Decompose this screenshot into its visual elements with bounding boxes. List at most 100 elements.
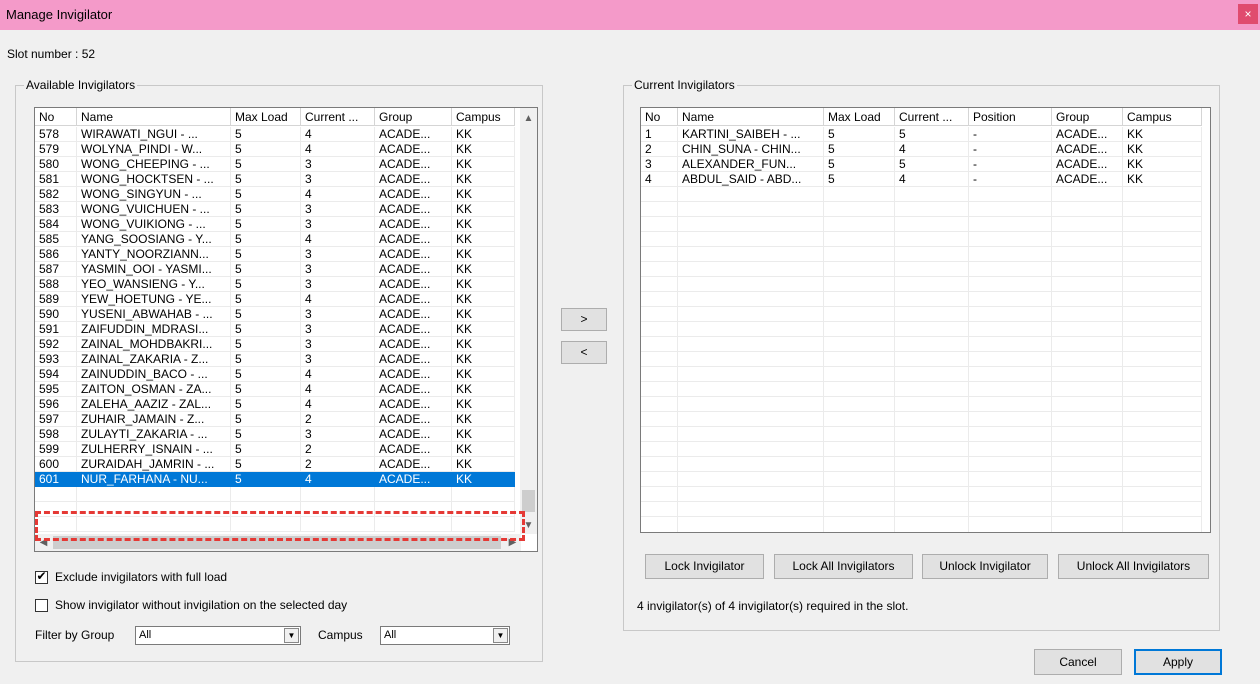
table-row[interactable]: 1 KARTINI_SAIBEH - ... 5 5 - ACADE... KK <box>641 127 1202 142</box>
column-header[interactable]: No <box>641 108 678 126</box>
table-cell: 5 <box>899 157 906 171</box>
table-cell: 4 <box>305 127 312 141</box>
chevron-down-icon[interactable]: ▼ <box>284 628 299 643</box>
table-cell: ACADE... <box>379 352 431 366</box>
table-cell: 5 <box>235 352 242 366</box>
table-row[interactable]: 594 ZAINUDDIN_BACO - ... 5 4 ACADE... KK <box>35 367 515 382</box>
table-row[interactable]: 578 WIRAWATI_NGUI - ... 5 4 ACADE... KK <box>35 127 515 142</box>
available-vertical-scrollbar[interactable]: ▲ ▼ <box>520 108 537 534</box>
column-header[interactable]: No <box>35 108 77 126</box>
table-cell: 3 <box>305 337 312 351</box>
exclude-full-load-checkbox[interactable]: ✔ Exclude invigilators with full load <box>35 569 227 584</box>
table-cell: 3 <box>305 217 312 231</box>
unlock-invigilator-button[interactable]: Unlock Invigilator <box>922 554 1048 579</box>
table-row[interactable]: 598 ZULAYTI_ZAKARIA - ... 5 3 ACADE... KK <box>35 427 515 442</box>
table-cell: ALEXANDER_FUN... <box>682 157 797 171</box>
available-invigilators-list[interactable]: No Name Max Load Current ... Group Campus 578… <box>34 107 538 552</box>
table-cell: 5 <box>235 442 242 456</box>
column-header[interactable]: Campus <box>1123 108 1202 126</box>
table-row[interactable]: 587 YASMIN_OOI - YASMI... 5 3 ACADE... KK <box>35 262 515 277</box>
table-cell: CHIN_SUNA - CHIN... <box>682 142 801 156</box>
slot-number-label: Slot number : 52 <box>7 47 96 61</box>
table-cell: ZAINUDDIN_BACO - ... <box>81 367 208 381</box>
table-cell: - <box>973 142 977 156</box>
add-invigilator-button[interactable]: > <box>561 308 607 331</box>
column-header[interactable]: Campus <box>452 108 515 126</box>
table-row[interactable]: 596 ZALEHA_AAZIZ - ZAL... 5 4 ACADE... KK <box>35 397 515 412</box>
column-header[interactable]: Max Load <box>231 108 301 126</box>
table-row[interactable]: 4 ABDUL_SAID - ABD... 5 4 - ACADE... KK <box>641 172 1202 187</box>
cancel-button[interactable]: Cancel <box>1034 649 1122 675</box>
table-cell: 5 <box>235 202 242 216</box>
table-row[interactable]: 584 WONG_VUIKIONG - ... 5 3 ACADE... KK <box>35 217 515 232</box>
unlock-all-invigilators-button[interactable]: Unlock All Invigilators <box>1058 554 1209 579</box>
lock-invigilator-button[interactable]: Lock Invigilator <box>645 554 764 579</box>
table-cell: KK <box>456 127 473 141</box>
table-row[interactable]: 583 WONG_VUICHUEN - ... 5 3 ACADE... KK <box>35 202 515 217</box>
table-row[interactable]: 593 ZAINAL_ZAKARIA - Z... 5 3 ACADE... KK <box>35 352 515 367</box>
column-header[interactable]: Name <box>77 108 231 126</box>
table-row[interactable]: 586 YANTY_NOORZIANN... 5 3 ACADE... KK <box>35 247 515 262</box>
table-cell: 595 <box>39 382 60 396</box>
table-cell: KK <box>456 427 473 441</box>
table-row[interactable]: 579 WOLYNA_PINDI - W... 5 4 ACADE... KK <box>35 142 515 157</box>
table-cell: 5 <box>235 457 242 471</box>
checkbox-box[interactable] <box>35 598 48 612</box>
show-without-invigilation-checkbox[interactable]: Show invigilator without invigilation on… <box>35 598 347 612</box>
selection-highlight-box <box>35 511 525 541</box>
table-cell: WONG_VUICHUEN - ... <box>81 202 210 216</box>
column-header[interactable]: Name <box>678 108 824 126</box>
table-row[interactable]: 590 YUSENI_ABWAHAB - ... 5 3 ACADE... KK <box>35 307 515 322</box>
table-row[interactable]: 582 WONG_SINGYUN - ... 5 4 ACADE... KK <box>35 187 515 202</box>
current-invigilators-list[interactable]: No Name Max Load Current ... Position Group Ca… <box>640 107 1211 533</box>
table-cell: ACADE... <box>379 322 431 336</box>
table-row[interactable]: 595 ZAITON_OSMAN - ZA... 5 4 ACADE... KK <box>35 382 515 397</box>
table-row[interactable]: 581 WONG_HOCKTSEN - ... 5 3 ACADE... KK <box>35 172 515 187</box>
column-header[interactable]: Current ... <box>301 108 375 126</box>
table-cell: 5 <box>235 397 242 411</box>
column-header[interactable]: Current ... <box>895 108 969 126</box>
table-cell: KK <box>456 307 473 321</box>
column-header[interactable]: Max Load <box>824 108 895 126</box>
chevron-down-icon[interactable]: ▼ <box>493 628 508 643</box>
table-row[interactable]: 2 CHIN_SUNA - CHIN... 5 4 - ACADE... KK <box>641 142 1202 157</box>
table-row[interactable]: 597 ZUHAIR_JAMAIN - Z... 5 2 ACADE... KK <box>35 412 515 427</box>
table-row[interactable]: 599 ZULHERRY_ISNAIN - ... 5 2 ACADE... KK <box>35 442 515 457</box>
table-cell: KK <box>456 187 473 201</box>
close-icon[interactable]: × <box>1238 4 1258 24</box>
table-row[interactable]: 591 ZAIFUDDIN_MDRASI... 5 3 ACADE... KK <box>35 322 515 337</box>
table-row[interactable]: 580 WONG_CHEEPING - ... 5 3 ACADE... KK <box>35 157 515 172</box>
table-cell: ZAINAL_MOHDBAKRI... <box>81 337 213 351</box>
scroll-up-icon[interactable]: ▲ <box>520 110 537 127</box>
table-row[interactable]: 592 ZAINAL_MOHDBAKRI... 5 3 ACADE... KK <box>35 337 515 352</box>
table-row[interactable]: 588 YEO_WANSIENG - Y... 5 3 ACADE... KK <box>35 277 515 292</box>
table-cell: 5 <box>828 142 835 156</box>
campus-select[interactable]: All ▼ <box>380 626 510 645</box>
table-row[interactable]: 601 NUR_FARHANA - NU... 5 4 ACADE... KK <box>35 472 515 487</box>
remove-invigilator-button[interactable]: < <box>561 341 607 364</box>
title-bar: Manage Invigilator × <box>0 0 1260 30</box>
column-header[interactable]: Group <box>375 108 452 126</box>
table-row[interactable]: 589 YEW_HOETUNG - YE... 5 4 ACADE... KK <box>35 292 515 307</box>
table-cell: ACADE... <box>379 157 431 171</box>
table-row[interactable]: 600 ZURAIDAH_JAMRIN - ... 5 2 ACADE... KK <box>35 457 515 472</box>
table-cell: 5 <box>828 172 835 186</box>
column-header[interactable]: Position <box>969 108 1052 126</box>
table-cell: YASMIN_OOI - YASMI... <box>81 262 212 276</box>
table-cell: KK <box>456 142 473 156</box>
table-cell: 4 <box>899 172 906 186</box>
table-cell: 594 <box>39 367 60 381</box>
lock-all-invigilators-button[interactable]: Lock All Invigilators <box>774 554 913 579</box>
scroll-thumb[interactable] <box>522 490 535 512</box>
table-row[interactable]: 585 YANG_SOOSIANG - Y... 5 4 ACADE... KK <box>35 232 515 247</box>
apply-button[interactable]: Apply <box>1134 649 1222 675</box>
filter-group-select[interactable]: All ▼ <box>135 626 301 645</box>
table-cell: ACADE... <box>379 247 431 261</box>
table-row[interactable]: 3 ALEXANDER_FUN... 5 5 - ACADE... KK <box>641 157 1202 172</box>
table-cell: ACADE... <box>379 427 431 441</box>
table-cell: 584 <box>39 217 60 231</box>
column-header[interactable]: Group <box>1052 108 1123 126</box>
table-cell: KK <box>456 472 473 486</box>
checkbox-box[interactable]: ✔ <box>35 569 48 584</box>
table-cell: - <box>973 157 977 171</box>
